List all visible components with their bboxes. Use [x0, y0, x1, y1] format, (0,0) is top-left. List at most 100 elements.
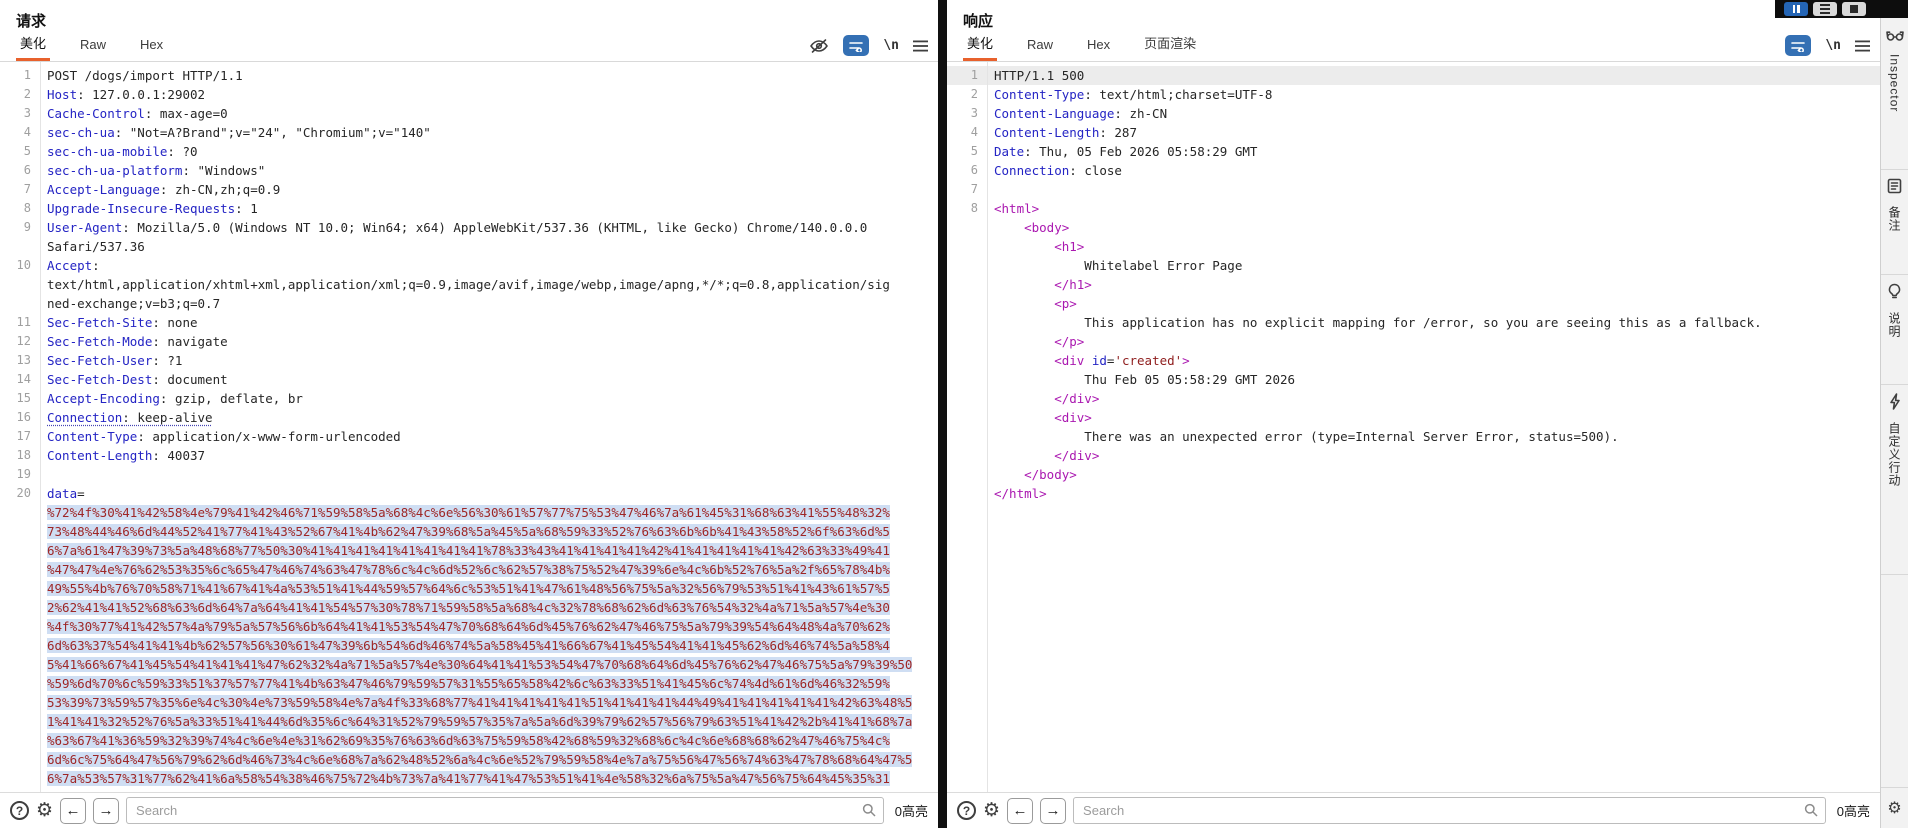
code-line[interactable]: </html>	[947, 484, 1880, 503]
request-tab-raw[interactable]: Raw	[76, 32, 110, 61]
code-line[interactable]: 18Content-Length: 40037	[0, 446, 938, 465]
code-line[interactable]: 7Accept-Language: zh-CN,zh;q=0.9	[0, 180, 938, 199]
code-line[interactable]: 4Content-Length: 287	[947, 123, 1880, 142]
code-line[interactable]: </h1>	[947, 275, 1880, 294]
request-tab-hex[interactable]: Hex	[136, 32, 167, 61]
response-tab-pretty[interactable]: 美化	[963, 28, 997, 61]
request-code-editor[interactable]: 1POST /dogs/import HTTP/1.12Host: 127.0.…	[0, 62, 938, 792]
code-line[interactable]: %4f%30%77%41%42%57%4a%79%5a%57%56%6b%64%…	[0, 617, 938, 636]
search-back-button[interactable]: ←	[1007, 798, 1033, 824]
settings-button[interactable]: ⚙	[983, 801, 1000, 820]
code-line[interactable]: 6d%6c%75%64%47%56%79%62%6d%46%73%4c%6e%6…	[0, 750, 938, 769]
code-line[interactable]: %59%6d%70%6c%59%33%51%37%57%77%41%4b%63%…	[0, 674, 938, 693]
code-line[interactable]: </body>	[947, 465, 1880, 484]
code-line[interactable]: 11Sec-Fetch-Site: none	[0, 313, 938, 332]
code-line[interactable]: 8Upgrade-Insecure-Requests: 1	[0, 199, 938, 218]
sidebar-settings[interactable]: ⚙	[1881, 787, 1908, 828]
code-line[interactable]: There was an unexpected error (type=Inte…	[947, 427, 1880, 446]
code-line[interactable]: </div>	[947, 446, 1880, 465]
code-line[interactable]: Thu Feb 05 05:58:29 GMT 2026	[947, 370, 1880, 389]
code-line[interactable]: %72%4f%30%41%42%58%4e%79%41%42%46%71%59%…	[0, 503, 938, 522]
newline-icon[interactable]: \n	[1825, 38, 1841, 53]
code-line[interactable]: 7	[947, 180, 1880, 199]
sidebar-item-notes[interactable]: 备注	[1881, 170, 1908, 275]
code-line[interactable]: Whitelabel Error Page	[947, 256, 1880, 275]
code-line[interactable]: 1%41%41%32%52%76%5a%33%51%41%44%6d%35%6c…	[0, 712, 938, 731]
response-tab-hex[interactable]: Hex	[1083, 32, 1114, 61]
help-button[interactable]: ?	[10, 801, 29, 820]
code-line[interactable]: 13Sec-Fetch-User: ?1	[0, 351, 938, 370]
code-line[interactable]: <div>	[947, 408, 1880, 427]
code-line[interactable]: 12Sec-Fetch-Mode: navigate	[0, 332, 938, 351]
code-line[interactable]: 3Cache-Control: max-age=0	[0, 104, 938, 123]
code-line[interactable]: text/html,application/xhtml+xml,applicat…	[0, 275, 938, 294]
code-line[interactable]: <body>	[947, 218, 1880, 237]
panel-splitter[interactable]	[938, 0, 947, 828]
code-line[interactable]: 17Content-Type: application/x-www-form-u…	[0, 427, 938, 446]
sidebar-item-explanation[interactable]: 说明	[1881, 275, 1908, 385]
request-tab-pretty[interactable]: 美化	[16, 28, 50, 61]
eye-off-icon[interactable]	[809, 38, 829, 54]
code-line[interactable]: This application has no explicit mapping…	[947, 313, 1880, 332]
code-line[interactable]: 1POST /dogs/import HTTP/1.1	[0, 66, 938, 85]
code-line[interactable]: 73%48%44%46%6d%44%52%41%77%41%43%52%67%4…	[0, 522, 938, 541]
code-line[interactable]: ned-exchange;v=b3;q=0.7	[0, 294, 938, 313]
code-line[interactable]: 2Host: 127.0.0.1:29002	[0, 85, 938, 104]
code-line[interactable]: 5%41%66%67%41%45%54%41%41%41%47%62%32%4a…	[0, 655, 938, 674]
code-line[interactable]: 3Content-Language: zh-CN	[947, 104, 1880, 123]
request-search-input[interactable]	[126, 797, 884, 824]
menu-icon[interactable]	[1855, 40, 1870, 52]
search-forward-button[interactable]: →	[93, 798, 119, 824]
search-forward-button[interactable]: →	[1040, 798, 1066, 824]
response-tab-raw[interactable]: Raw	[1023, 32, 1057, 61]
stop-button[interactable]	[1842, 2, 1866, 16]
code-line[interactable]: 9User-Agent: Mozilla/5.0 (Windows NT 10.…	[0, 218, 938, 237]
menu-icon[interactable]	[913, 40, 928, 52]
response-panel-title: 响应	[947, 0, 1880, 32]
sidebar-item-inspector[interactable]: Inspector	[1881, 20, 1908, 170]
code-line[interactable]: 15Accept-Encoding: gzip, deflate, br	[0, 389, 938, 408]
search-back-button[interactable]: ←	[60, 798, 86, 824]
bulb-icon	[1887, 283, 1902, 305]
lightning-icon	[1888, 393, 1902, 415]
response-tab-render[interactable]: 页面渲染	[1140, 28, 1200, 61]
response-code-editor[interactable]: 1HTTP/1.1 5002Content-Type: text/html;ch…	[947, 62, 1880, 792]
gear-icon: ⚙	[1887, 800, 1901, 816]
code-line[interactable]: <div id='created'>	[947, 351, 1880, 370]
code-line[interactable]: </div>	[947, 389, 1880, 408]
code-line[interactable]: 6d%63%37%54%41%41%4b%62%57%56%30%61%47%3…	[0, 636, 938, 655]
code-line[interactable]: 6%7a%53%57%31%77%62%41%6a%58%54%38%46%75…	[0, 769, 938, 788]
code-line[interactable]: 16Connection: keep-alive	[0, 408, 938, 427]
code-line[interactable]: 5sec-ch-ua-mobile: ?0	[0, 142, 938, 161]
code-line[interactable]: 14Sec-Fetch-Dest: document	[0, 370, 938, 389]
code-line[interactable]: %63%67%41%36%59%32%39%74%4c%6e%4e%31%62%…	[0, 731, 938, 750]
code-line[interactable]: 6%7a%61%47%39%73%5a%48%68%77%50%30%41%41…	[0, 541, 938, 560]
code-line[interactable]: 6sec-ch-ua-platform: "Windows"	[0, 161, 938, 180]
code-line[interactable]: <h1>	[947, 237, 1880, 256]
sidebar-item-custom-actions[interactable]: 自定义行动	[1881, 385, 1908, 575]
code-line[interactable]: <p>	[947, 294, 1880, 313]
code-line[interactable]: 2%62%41%41%52%68%63%6d%64%7a%64%41%41%54…	[0, 598, 938, 617]
pause-button[interactable]	[1784, 2, 1808, 16]
response-search-input[interactable]	[1073, 797, 1826, 824]
code-line[interactable]: 2Content-Type: text/html;charset=UTF-8	[947, 85, 1880, 104]
code-line[interactable]: 4sec-ch-ua: "Not=A?Brand";v="24", "Chrom…	[0, 123, 938, 142]
menu-button[interactable]	[1813, 2, 1837, 16]
code-line[interactable]: 20data=	[0, 484, 938, 503]
code-line[interactable]: 5Date: Thu, 05 Feb 2026 05:58:29 GMT	[947, 142, 1880, 161]
newline-icon[interactable]: \n	[883, 38, 899, 53]
code-line[interactable]: 8<html>	[947, 199, 1880, 218]
code-line[interactable]: 6Connection: close	[947, 161, 1880, 180]
code-line[interactable]: 10Accept:	[0, 256, 938, 275]
code-line[interactable]: 19	[0, 465, 938, 484]
code-line[interactable]: %47%47%4e%76%62%53%35%6c%65%47%46%74%63%…	[0, 560, 938, 579]
code-line[interactable]: 53%39%73%59%57%35%6e%4c%30%4e%73%59%58%4…	[0, 693, 938, 712]
help-button[interactable]: ?	[957, 801, 976, 820]
code-line[interactable]: 49%55%4b%76%70%58%71%41%67%41%4a%53%51%4…	[0, 579, 938, 598]
code-line[interactable]: Safari/537.36	[0, 237, 938, 256]
word-wrap-toggle[interactable]	[1785, 35, 1811, 56]
code-line[interactable]: 1HTTP/1.1 500	[947, 66, 1880, 85]
word-wrap-toggle[interactable]	[843, 35, 869, 56]
settings-button[interactable]: ⚙	[36, 801, 53, 820]
code-line[interactable]: </p>	[947, 332, 1880, 351]
